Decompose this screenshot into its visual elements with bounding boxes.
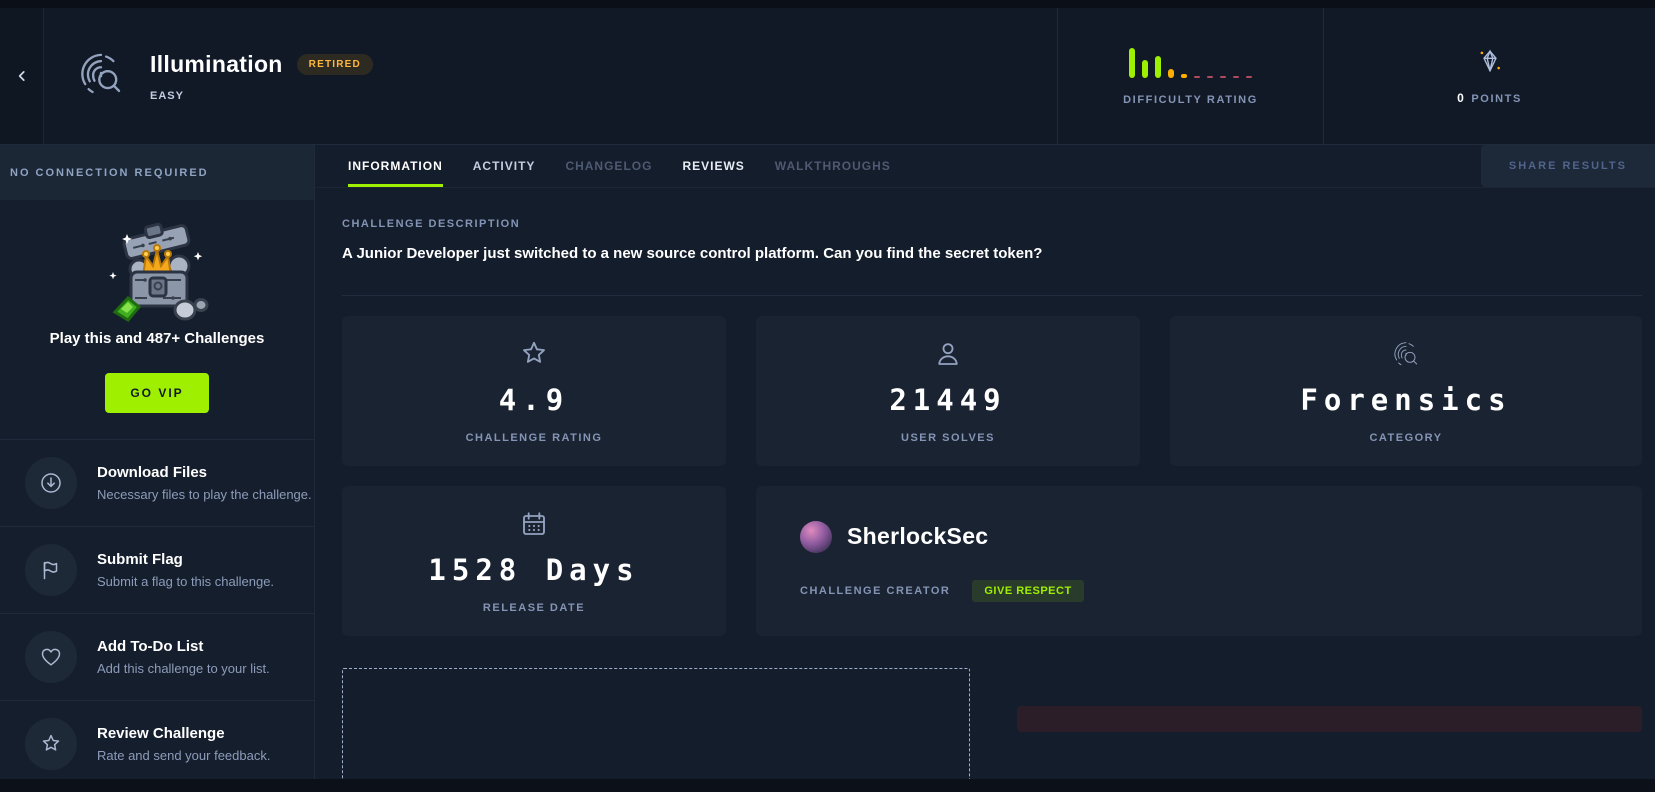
gem-icon [1477,48,1503,79]
stat-label: USER SOLVES [901,432,995,444]
bottom-edge-strip [0,779,1655,792]
star-icon [25,718,77,770]
challenge-header: Illumination RETIRED EASY DIFFICULTY RAT… [0,8,1655,145]
sidebar-item-review-challenge[interactable]: Review Challenge Rate and send your feed… [0,701,314,788]
creator-card: SherlockSec CHALLENGE CREATOR GIVE RESPE… [756,486,1642,636]
sidebar: NO CONNECTION REQUIRED [0,145,315,792]
points-value: 0 POINTS [1457,91,1522,105]
stat-label: CATEGORY [1369,432,1442,444]
tab-bar: INFORMATION ACTIVITY CHANGELOG REVIEWS W… [315,145,1655,188]
vip-promo: Play this and 487+ Challenges GO VIP [0,200,314,440]
creator-avatar[interactable] [800,521,832,553]
creator-name[interactable]: SherlockSec [847,523,988,550]
difficulty-rating-section: DIFFICULTY RATING [1057,8,1323,144]
sidebar-item-title: Add To-Do List [97,638,270,655]
stat-value: 21449 [889,383,1006,417]
stats-row-2: 1528 Days RELEASE DATE SherlockSec CHALL… [342,486,1642,636]
sidebar-item-title: Download Files [97,464,312,481]
stat-card-solves: 21449 USER SOLVES [756,316,1140,466]
fingerprint-search-icon [1390,338,1422,375]
sidebar-item-submit-flag[interactable]: Submit Flag Submit a flag to this challe… [0,527,314,614]
stat-label: RELEASE DATE [483,602,585,614]
description-section: CHALLENGE DESCRIPTION A Junior Developer… [342,188,1642,296]
challenge-identity: Illumination RETIRED EASY [44,8,1057,144]
sidebar-item-subtitle: Submit a flag to this challenge. [97,574,274,589]
stat-label: CHALLENGE RATING [466,432,603,444]
user-icon [932,338,964,375]
tab-walkthroughs[interactable]: WALKTHROUGHS [775,145,891,187]
vip-promo-text: Play this and 487+ Challenges [50,330,265,347]
download-icon [25,457,77,509]
stat-value: 1528 Days [428,553,639,587]
sidebar-item-title: Submit Flag [97,551,274,568]
main-panel: INFORMATION ACTIVITY CHANGELOG REVIEWS W… [315,145,1655,792]
difficulty-label: EASY [150,90,373,102]
points-text: POINTS [1471,93,1522,105]
star-icon [518,338,550,375]
difficulty-rating-label: DIFFICULTY RATING [1123,94,1258,106]
tab-reviews[interactable]: REVIEWS [682,145,744,187]
connection-banner: NO CONNECTION REQUIRED [0,145,314,200]
challenge-page: Illumination RETIRED EASY DIFFICULTY RAT… [0,0,1655,792]
difficulty-rating-chart [1129,46,1252,78]
give-respect-button[interactable]: GIVE RESPECT [972,580,1083,602]
stat-card-release-date: 1528 Days RELEASE DATE [342,486,726,636]
reviews-row [342,668,1642,792]
tab-changelog[interactable]: CHANGELOG [565,145,652,187]
treasure-chest-illustration [97,214,217,322]
sidebar-item-title: Review Challenge [97,725,270,742]
sidebar-item-subtitle: Rate and send your feedback. [97,748,270,763]
top-edge-strip [0,0,1655,8]
sidebar-item-download-files[interactable]: Download Files Necessary files to play t… [0,440,314,527]
alert-bar [1017,706,1642,732]
description-label: CHALLENGE DESCRIPTION [342,218,1642,230]
sidebar-item-subtitle: Necessary files to play the challenge. [97,487,312,502]
share-results-button[interactable]: SHARE RESULTS [1481,145,1655,187]
stats-row-1: 4.9 CHALLENGE RATING 21449 USER SOLVES [342,316,1642,466]
stat-value: Forensics [1300,383,1511,417]
points-number: 0 [1457,91,1465,105]
heart-icon [25,631,77,683]
stat-value: 4.9 [499,383,569,417]
points-section: 0 POINTS [1323,8,1655,144]
go-vip-button[interactable]: GO VIP [105,373,208,413]
flag-icon [25,544,77,596]
title-block: Illumination RETIRED EASY [150,51,373,102]
fingerprint-search-icon [74,47,128,106]
retired-badge: RETIRED [297,54,373,75]
sidebar-item-add-todo[interactable]: Add To-Do List Add this challenge to you… [0,614,314,701]
sidebar-item-subtitle: Add this challenge to your list. [97,661,270,676]
chevron-left-icon [15,69,29,83]
challenge-title: Illumination [150,51,283,78]
stat-card-rating: 4.9 CHALLENGE RATING [342,316,726,466]
review-placeholder-box [342,668,970,792]
tab-activity[interactable]: ACTIVITY [473,145,536,187]
calendar-icon [518,508,550,545]
back-button[interactable] [0,8,44,144]
description-text: A Junior Developer just switched to a ne… [342,245,1642,262]
tab-information[interactable]: INFORMATION [348,145,443,187]
creator-label: CHALLENGE CREATOR [800,585,950,597]
stat-card-category: Forensics CATEGORY [1170,316,1642,466]
